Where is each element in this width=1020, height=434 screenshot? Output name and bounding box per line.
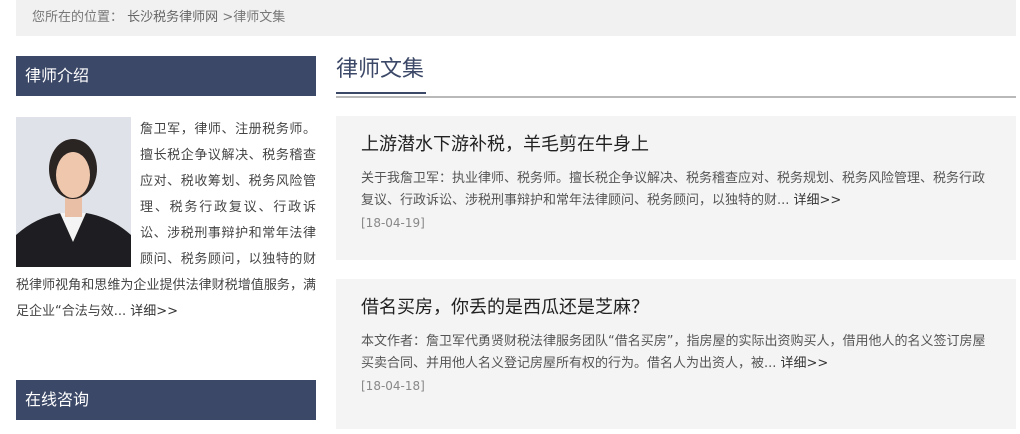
article-more-link[interactable]: 详细>>	[781, 356, 829, 371]
article-title-link[interactable]: 上游潜水下游补税，羊毛剪在牛身上	[361, 130, 992, 160]
lawyer-intro-more-link[interactable]: 详细>>	[130, 304, 178, 319]
breadcrumb-home-link[interactable]: 长沙税务律师网	[127, 10, 218, 25]
section-title: 律师文集	[336, 50, 427, 94]
article-title-link[interactable]: 借名买房，你丢的是西瓜还是芝麻？	[361, 293, 992, 323]
article-date: [18-04-18]	[361, 379, 425, 393]
online-consult-heading[interactable]: 在线咨询	[16, 380, 316, 420]
breadcrumb-separator: >	[222, 10, 234, 25]
lawyer-intro-text: 詹卫军，律师、注册税务师。擅长税企争议解决、税务稽查应对、税收筹划、税务风险管理…	[16, 117, 316, 325]
lawyer-intro-heading: 律师介绍	[16, 56, 316, 96]
article-date: [18-04-19]	[361, 216, 425, 230]
article-card: 借名买房，你丢的是西瓜还是芝麻？ 本文作者：詹卫军代勇贤财税法律服务团队“借名买…	[336, 279, 1016, 429]
article-more-link[interactable]: 详细>>	[794, 193, 842, 208]
breadcrumb-current: 律师文集	[233, 10, 286, 25]
article-summary-text: 本文作者：詹卫军代勇贤财税法律服务团队“借名买房”，指房屋的实际出资购买人，借用…	[361, 334, 986, 371]
article-summary: 关于我詹卫军：执业律师、税务师。擅长税企争议解决、税务稽查应对、税务规划、税务风…	[361, 168, 992, 235]
sidebar: 律师介绍 詹卫军，律师、注册税务师。擅长税企争议解决、税务稽查应对、税收筹划、税…	[16, 56, 316, 420]
article-summary: 本文作者：詹卫军代勇贤财税法律服务团队“借名买房”，指房屋的实际出资购买人，借用…	[361, 331, 992, 398]
breadcrumb-prefix: 您所在的位置：	[32, 10, 124, 25]
breadcrumb: 您所在的位置： 长沙税务律师网 >律师文集	[16, 0, 1016, 36]
section-title-bar: 律师文集	[336, 50, 1016, 98]
lawyer-intro: 詹卫军，律师、注册税务师。擅长税企争议解决、税务稽查应对、税收筹划、税务风险管理…	[16, 117, 316, 357]
article-summary-text: 关于我詹卫军：执业律师、税务师。擅长税企争议解决、税务稽查应对、税务规划、税务风…	[361, 171, 986, 208]
main-content: 律师文集 上游潜水下游补税，羊毛剪在牛身上 关于我詹卫军：执业律师、税务师。擅长…	[336, 50, 1016, 429]
article-card: 上游潜水下游补税，羊毛剪在牛身上 关于我詹卫军：执业律师、税务师。擅长税企争议解…	[336, 116, 1016, 260]
